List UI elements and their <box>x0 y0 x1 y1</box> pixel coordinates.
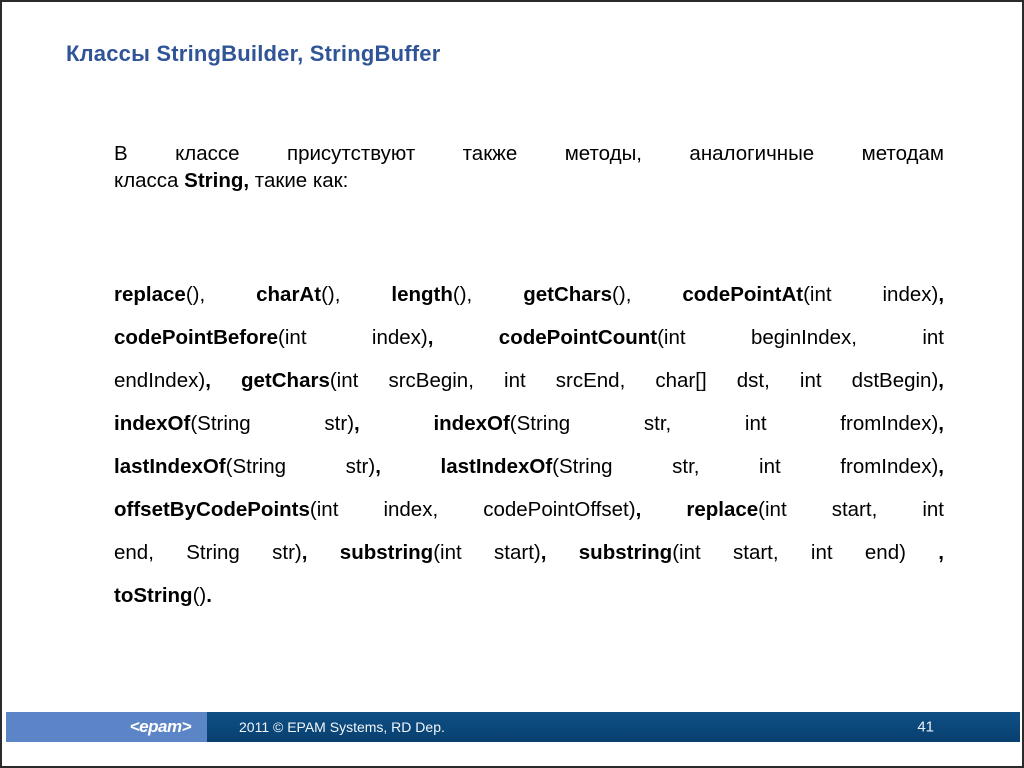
method-args: (int index) <box>278 326 428 349</box>
method-args: (int start) <box>433 541 541 564</box>
method-separator: , <box>354 412 434 435</box>
intro-line-2-prefix: класса <box>114 169 185 192</box>
method-separator: , <box>938 412 944 435</box>
method-separator: , <box>938 369 944 392</box>
method-name-lastindexof: lastIndexOf <box>114 455 226 478</box>
copyright-text: 2011 © EPAM Systems, RD Dep. <box>239 719 445 735</box>
intro-text: В классе присутствуют также методы, анал… <box>114 140 944 194</box>
method-separator: , <box>301 541 340 564</box>
method-args: (), <box>321 283 392 306</box>
method-separator: , <box>205 369 241 392</box>
method-name-length: length <box>391 283 453 306</box>
method-line-1: replace(), charAt(), length(), getChars(… <box>114 273 944 316</box>
method-line-6: offsetByCodePoints(int index, codePointO… <box>114 488 944 531</box>
method-separator: , <box>938 455 944 478</box>
method-args: () <box>192 584 207 607</box>
method-separator: , <box>375 455 441 478</box>
method-name-lastindexof: lastIndexOf <box>440 455 553 478</box>
page-number: 41 <box>917 718 934 736</box>
method-name-charat: charAt <box>256 283 322 306</box>
footer-bar: 2011 © EPAM Systems, RD Dep. 41 <box>207 712 1020 742</box>
intro-line-2-bold: String, <box>184 169 250 192</box>
methods-list: replace(), charAt(), length(), getChars(… <box>114 273 944 617</box>
intro-line-2: класса String, такие как: <box>114 167 944 194</box>
method-name-replace: replace <box>686 498 759 521</box>
intro-line-2-suffix: такие как: <box>249 169 349 192</box>
method-args: (String str) <box>190 412 355 435</box>
method-line-5: lastIndexOf(String str), lastIndexOf(Str… <box>114 445 944 488</box>
intro-line-1-text: В классе присутствуют также методы, анал… <box>114 142 944 165</box>
page-title: Классы StringBuilder, StringBuffer <box>66 41 441 66</box>
method-args: (int index, codePointOffset) <box>309 498 636 521</box>
method-args: (int beginIndex, int <box>657 326 944 349</box>
method-args: (int start, int <box>758 498 944 521</box>
method-args: (int srcBegin, int srcEnd, char[] dst, i… <box>329 369 939 392</box>
method-line-2: codePointBefore(int index), codePointCou… <box>114 316 944 359</box>
method-name-substring: substring <box>339 541 434 564</box>
method-separator: , <box>938 541 944 564</box>
method-args: (), <box>452 283 524 306</box>
method-name-getchars: getChars <box>241 369 330 392</box>
epam-logo-block: <epam> <box>6 712 207 742</box>
method-name-tostring: toString <box>114 584 193 607</box>
method-name-codepointbefore: codePointBefore <box>114 326 279 349</box>
method-args: (int start, int end) <box>672 541 939 564</box>
intro-paragraph: В классе присутствуют также методы, анал… <box>114 140 944 194</box>
method-args: (String str, int fromIndex) <box>509 412 939 435</box>
method-name-replace: replace <box>114 283 186 306</box>
method-name-codepointcount: codePointCount <box>498 326 658 349</box>
method-args: (), <box>185 283 257 306</box>
method-separator: , <box>938 283 945 306</box>
method-args: (String str, int fromIndex) <box>552 455 939 478</box>
method-name-offsetbycodepoints: offsetByCodePoints <box>114 498 310 521</box>
method-line-7: end, String str), substring(int start), … <box>114 531 944 574</box>
method-name-codepointat: codePointAt <box>682 283 804 306</box>
method-line-4: indexOf(String str), indexOf(String str,… <box>114 402 944 445</box>
method-line-3: endIndex), getChars(int srcBegin, int sr… <box>114 359 944 402</box>
method-name-indexof: indexOf <box>114 412 191 435</box>
method-args-cont: endIndex) <box>114 369 206 392</box>
method-separator: , <box>540 541 579 564</box>
method-separator: , <box>635 498 687 521</box>
method-args-cont: end, String str) <box>114 541 302 564</box>
method-name-getchars: getChars <box>523 283 613 306</box>
method-args: (), <box>612 283 683 306</box>
method-separator: . <box>206 584 212 607</box>
intro-line-1: В классе присутствуют также методы, анал… <box>114 140 944 167</box>
method-name-indexof: indexOf <box>433 412 510 435</box>
slide: Классы StringBuilder, StringBuffer В кла… <box>0 0 1024 768</box>
epam-logo: <epam> <box>129 717 192 736</box>
method-line-8: toString(). <box>114 574 944 617</box>
method-args: (int index) <box>803 283 939 306</box>
method-name-substring: substring <box>578 541 673 564</box>
method-separator: , <box>427 326 499 349</box>
method-args: (String str) <box>225 455 376 478</box>
